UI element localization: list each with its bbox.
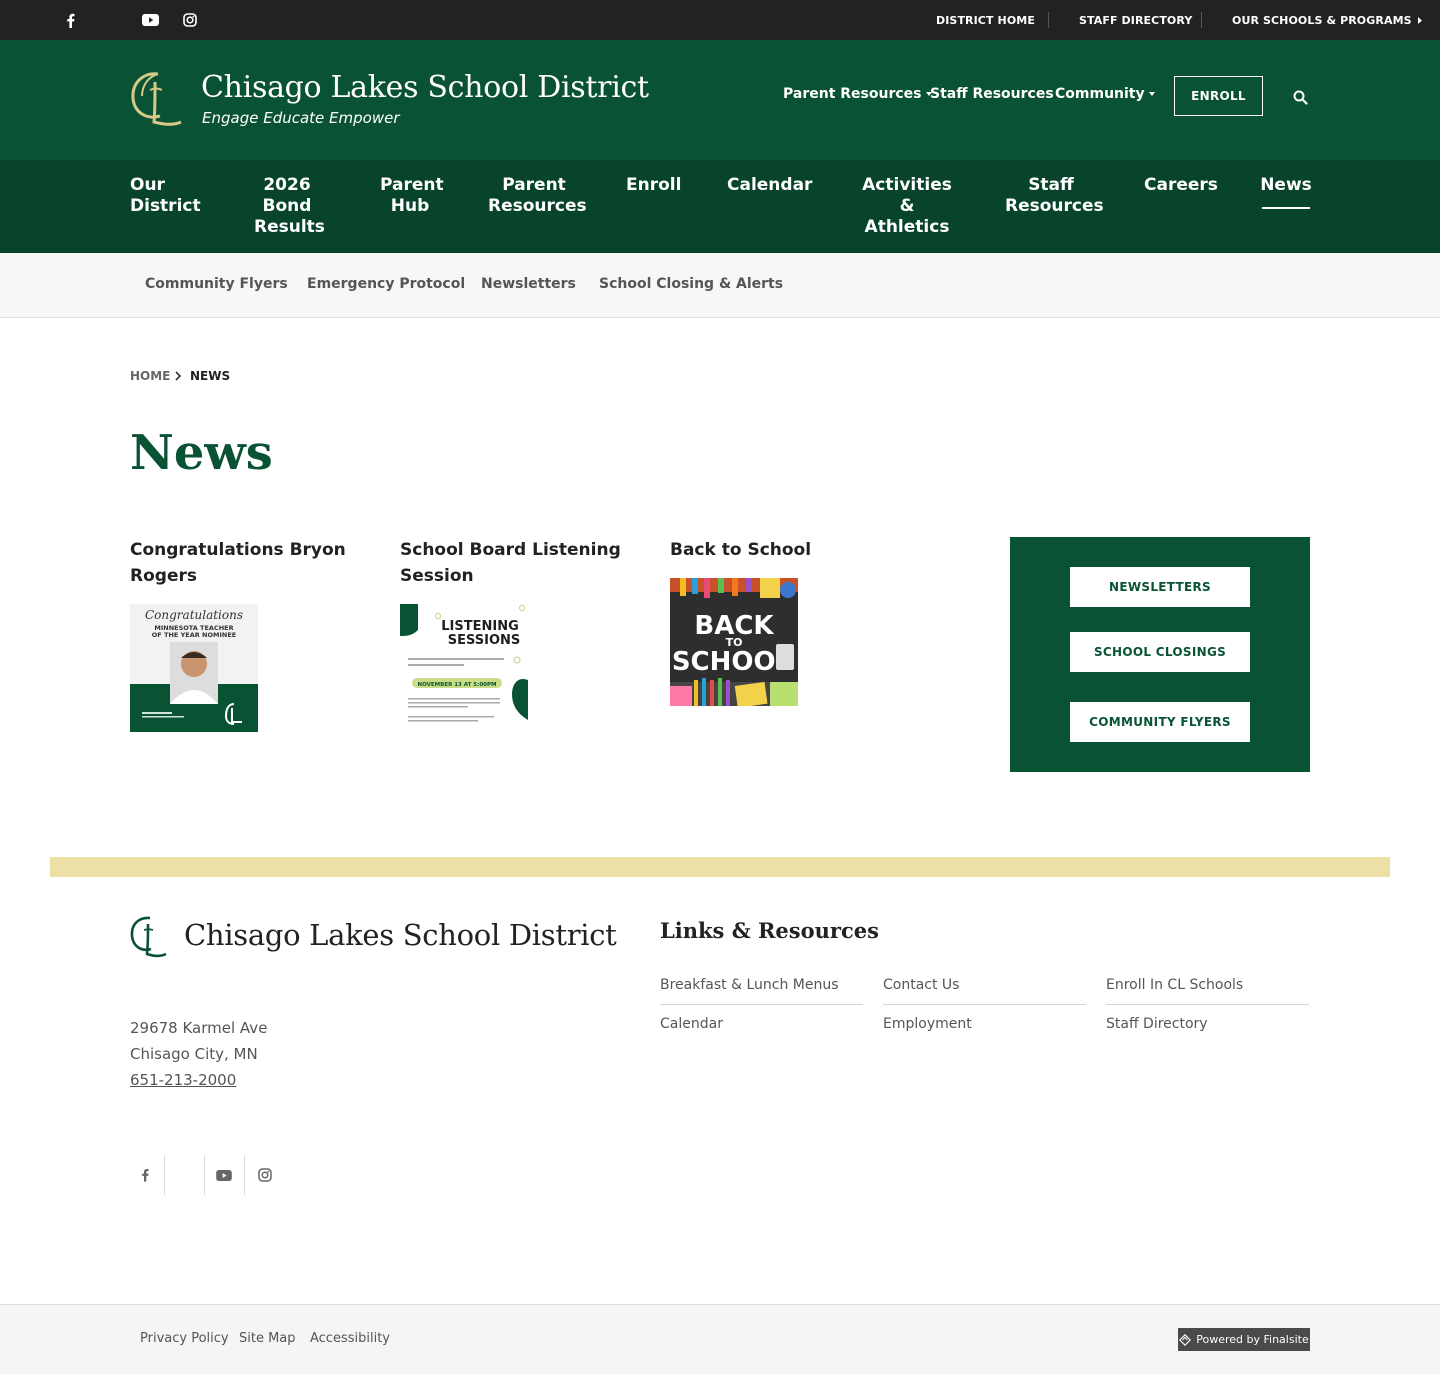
breadcrumb-home[interactable]: HOME [130,369,170,383]
chevron-right-icon [175,371,182,381]
nav-bond-results[interactable]: 2026 Bond Results [254,175,325,238]
our-schools-link[interactable]: OUR SCHOOLS & PROGRAMS [1232,0,1422,40]
district-home-link[interactable]: DISTRICT HOME [936,0,1035,40]
footer-links-heading: Links & Resources [660,918,879,943]
district-logo[interactable] [128,68,184,130]
footer-phone-link[interactable]: 651-213-2000 [130,1071,236,1089]
thumb-date: NOVEMBER 13 AT 5:00PM [418,682,497,688]
footer-link-contact[interactable]: Contact Us [883,977,1086,1005]
news-title[interactable]: Back to School [670,537,900,563]
nav-enroll[interactable]: Enroll [626,175,681,196]
site-tagline: Engage Educate Empower [202,109,400,127]
parent-resources-label: Parent Resources [783,86,922,102]
footer-link-enroll[interactable]: Enroll In CL Schools [1106,977,1309,1005]
footer-site-title: Chisago Lakes School District [184,918,617,952]
divider [164,1155,165,1195]
news-title[interactable]: School Board Listening Session [400,537,630,589]
site-title[interactable]: Chisago Lakes School District [201,70,649,105]
our-schools-label: OUR SCHOOLS & PROGRAMS [1232,13,1412,27]
footer-address-line2: Chisago City, MN [130,1045,258,1063]
community-flyers-button[interactable]: COMMUNITY FLYERS [1070,702,1250,742]
staff-directory-link[interactable]: STAFF DIRECTORY [1079,0,1192,40]
thumb-line3: SCHOOL [672,647,792,677]
breadcrumb-current: NEWS [190,369,231,383]
divider [1201,12,1202,28]
nav-news[interactable]: News [1260,175,1312,209]
community-dropdown[interactable]: Community [1055,86,1155,102]
nav-activities-athletics[interactable]: Activities & Athletics [855,175,959,238]
subnav-school-closing-alerts[interactable]: School Closing & Alerts [599,276,783,292]
footer-link-menus[interactable]: Breakfast & Lunch Menus [660,977,863,1005]
main-navigation: Our District 2026 Bond Results Parent Hu… [0,160,1440,253]
chevron-right-icon [1417,16,1422,24]
site-map-link[interactable]: Site Map [239,1331,296,1346]
powered-by-badge[interactable]: Powered by Finalsite [1178,1328,1310,1351]
nav-parent-hub[interactable]: Parent Hub [380,175,444,217]
thumb-line1: LISTENING [441,619,519,634]
subnav-emergency-protocol[interactable]: Emergency Protocol [307,276,465,292]
youtube-icon[interactable] [204,1155,244,1195]
instagram-icon[interactable] [180,0,200,40]
youtube-icon[interactable] [140,0,160,40]
caret-down-icon [1148,92,1155,96]
section-subnav: Community Flyers Emergency Protocol News… [0,253,1440,318]
nav-our-district[interactable]: Our District [130,175,201,217]
nav-staff-resources[interactable]: Staff Resources [1005,175,1104,217]
footer-link-employment[interactable]: Employment [883,1016,1086,1032]
news-title[interactable]: Congratulations Bryon Rogers [130,537,360,589]
nav-careers[interactable]: Careers [1144,175,1218,196]
news-thumbnail[interactable]: LISTENING SESSIONS NOVEMBER 13 AT 5:00PM [400,604,528,732]
legal-bar: Privacy Policy Site Map Accessibility Po… [0,1304,1440,1374]
nav-calendar[interactable]: Calendar [727,175,812,196]
divider [1048,12,1049,28]
subnav-community-flyers[interactable]: Community Flyers [145,276,288,292]
back-to-school-graphic: BACK TO SCHOOL [670,578,798,706]
footer-district-logo[interactable] [128,914,168,960]
finalsite-icon [1179,1333,1192,1346]
staff-resources-link[interactable]: Staff Resources [930,86,1054,102]
teacher-nominee-graphic: Congratulations MINNESOTA TEACHER OF THE… [130,604,258,732]
instagram-icon[interactable] [245,1155,285,1195]
footer-accent-strip [50,857,1390,877]
footer-address-line1: 29678 Karmel Ave [130,1019,268,1037]
facebook-icon[interactable] [60,0,80,40]
privacy-policy-link[interactable]: Privacy Policy [140,1331,229,1346]
thumb-line2: SESSIONS [448,633,521,648]
search-icon[interactable] [1290,87,1310,107]
enroll-button[interactable]: ENROLL [1174,76,1263,116]
subnav-newsletters[interactable]: Newsletters [481,276,576,292]
staff-resources-label: Staff Resources [930,86,1054,102]
page-title: News [130,425,273,481]
thumb-line2: OF THE YEAR NOMINEE [152,631,236,639]
facebook-icon[interactable] [125,1155,165,1195]
powered-by-label: Powered by Finalsite [1196,1333,1309,1346]
community-label: Community [1055,86,1145,102]
thumb-script-text: Congratulations [145,608,243,622]
school-closings-button[interactable]: SCHOOL CLOSINGS [1070,632,1250,672]
newsletters-button[interactable]: NEWSLETTERS [1070,567,1250,607]
nav-parent-resources[interactable]: Parent Resources [488,175,587,217]
parent-resources-dropdown[interactable]: Parent Resources [783,86,932,102]
footer-link-staff-directory[interactable]: Staff Directory [1106,1016,1309,1032]
footer-link-calendar[interactable]: Calendar [660,1016,863,1032]
site-header: Chisago Lakes School District Engage Edu… [0,40,1440,160]
listening-sessions-graphic: LISTENING SESSIONS NOVEMBER 13 AT 5:00PM [400,604,528,732]
news-thumbnail[interactable]: BACK TO SCHOOL [670,578,798,706]
accessibility-link[interactable]: Accessibility [310,1331,390,1346]
news-thumbnail[interactable]: Congratulations MINNESOTA TEACHER OF THE… [130,604,258,732]
quick-links-panel: NEWSLETTERS SCHOOL CLOSINGS COMMUNITY FL… [1010,537,1310,772]
utility-bar: DISTRICT HOME STAFF DIRECTORY OUR SCHOOL… [0,0,1440,40]
